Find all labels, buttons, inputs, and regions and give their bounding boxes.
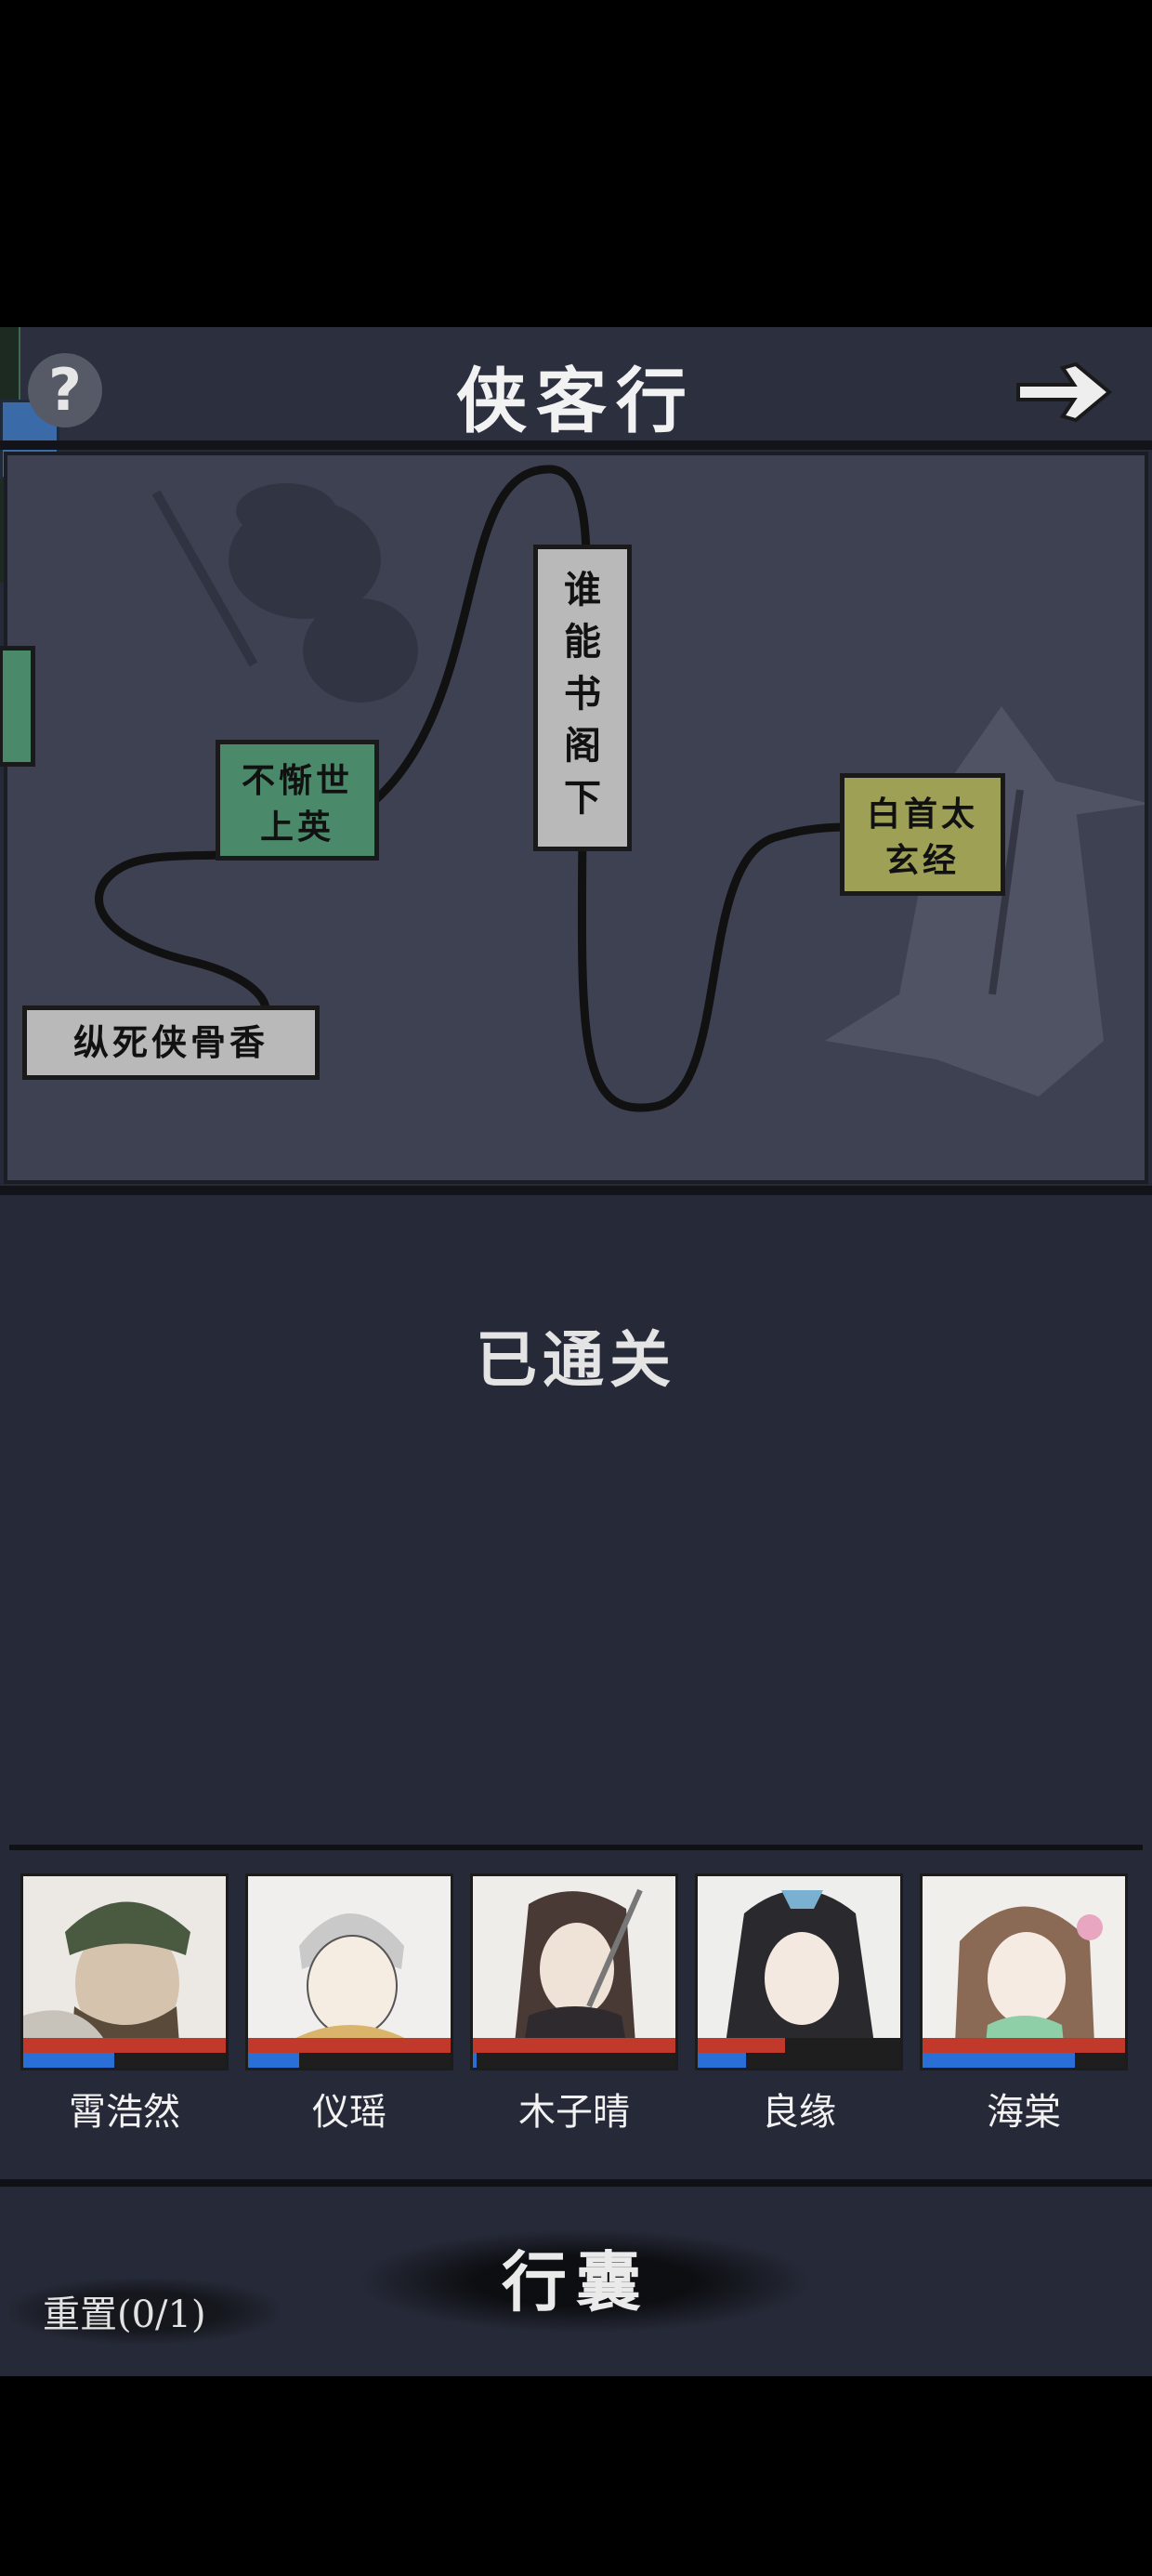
character-name: 霄浩然 bbox=[69, 2091, 180, 2134]
character-portrait bbox=[248, 1876, 451, 2044]
map-divider bbox=[0, 1186, 1152, 1195]
character-name: 仪瑶 bbox=[312, 2091, 386, 2134]
status-bars bbox=[473, 2038, 675, 2068]
stage-node-3[interactable]: 谁能书阁下 bbox=[533, 545, 632, 851]
party-member-1[interactable]: 霄浩然 bbox=[20, 1873, 229, 2136]
status-bars bbox=[698, 2038, 900, 2068]
mp-bar-fill bbox=[248, 2053, 299, 2068]
portrait bbox=[245, 1873, 453, 2070]
mp-bar-fill bbox=[698, 2053, 747, 2068]
status-bars bbox=[23, 2038, 226, 2068]
hp-bar-fill bbox=[698, 2038, 785, 2053]
stage-node-2[interactable]: 不惭世上英 bbox=[216, 740, 379, 861]
stage-node-1[interactable]: 纵死侠骨香 bbox=[22, 1005, 320, 1080]
stage-node-offscreen[interactable] bbox=[0, 646, 35, 767]
page-title: 侠客行 bbox=[456, 360, 696, 442]
stage-node-4[interactable]: 白首太玄经 bbox=[840, 773, 1005, 896]
portrait bbox=[20, 1873, 229, 2070]
character-portrait bbox=[698, 1876, 900, 2044]
character-name: 木子晴 bbox=[518, 2091, 630, 2134]
mp-bar bbox=[923, 2053, 1125, 2068]
mp-bar-fill bbox=[23, 2053, 115, 2068]
hp-bar bbox=[23, 2038, 226, 2053]
party-member-5[interactable]: 海棠 bbox=[920, 1873, 1128, 2136]
hp-bar bbox=[248, 2038, 451, 2053]
party-member-3[interactable]: 木子晴 bbox=[470, 1873, 678, 2136]
mp-bar-fill bbox=[923, 2053, 1075, 2068]
hp-bar-fill bbox=[923, 2038, 1125, 2053]
stage-map: 纵死侠骨香 不惭世上英 谁能书阁下 白首太玄经 bbox=[0, 452, 1148, 1184]
character-name: 良缘 bbox=[762, 2091, 836, 2134]
party-member-4[interactable]: 良缘 bbox=[695, 1873, 903, 2136]
mp-bar bbox=[248, 2053, 451, 2068]
mp-bar bbox=[698, 2053, 900, 2068]
hp-bar bbox=[698, 2038, 900, 2053]
hp-bar bbox=[923, 2038, 1125, 2053]
portrait bbox=[470, 1873, 678, 2070]
character-name: 海棠 bbox=[987, 2091, 1061, 2134]
portrait bbox=[695, 1873, 903, 2070]
hp-bar-fill bbox=[473, 2038, 675, 2053]
party-member-2[interactable]: 仪瑶 bbox=[245, 1873, 453, 2136]
hp-bar-fill bbox=[23, 2038, 226, 2053]
status-bars bbox=[248, 2038, 451, 2068]
bandit-figure bbox=[151, 483, 418, 703]
stage-status: 已通关 bbox=[476, 1323, 676, 1396]
arrow-right-icon bbox=[1016, 361, 1113, 423]
party-divider bbox=[9, 1845, 1143, 1850]
character-portrait bbox=[23, 1876, 226, 2044]
status-bars bbox=[923, 2038, 1125, 2068]
character-portrait bbox=[923, 1876, 1125, 2044]
hp-bar bbox=[473, 2038, 675, 2053]
next-arrow-button[interactable] bbox=[1013, 355, 1115, 429]
character-portrait bbox=[473, 1876, 675, 2044]
header-divider bbox=[0, 440, 1152, 450]
mp-bar bbox=[473, 2053, 675, 2068]
swordsman-figure bbox=[825, 706, 1145, 1097]
hp-bar-fill bbox=[248, 2038, 451, 2053]
reset-button[interactable]: 重置(0/1) bbox=[43, 2284, 206, 2338]
mp-bar-fill bbox=[473, 2053, 478, 2068]
mp-bar bbox=[23, 2053, 226, 2068]
party-roster: 霄浩然 仪瑶 木子晴 良缘 海棠 bbox=[20, 1873, 1135, 2143]
footer-divider bbox=[0, 2179, 1152, 2187]
portrait bbox=[920, 1873, 1128, 2070]
